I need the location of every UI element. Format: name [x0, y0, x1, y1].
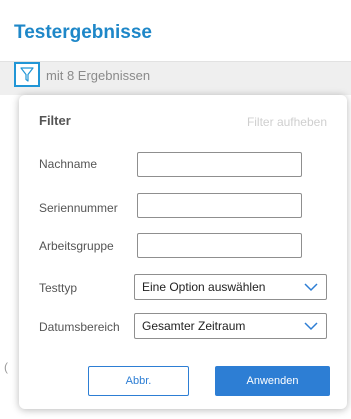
results-count-text: mit 8 Ergebnissen	[46, 68, 151, 83]
filter-panel: Filter Filter aufheben Nachname Seriennu…	[19, 95, 347, 409]
filter-panel-title: Filter	[39, 113, 71, 128]
test-type-selected-value: Eine Option auswählen	[142, 280, 266, 294]
test-type-select[interactable]: Eine Option auswählen	[134, 274, 327, 300]
background-fragment-left: (	[4, 360, 8, 374]
work-group-label: Arbeitsgruppe	[39, 239, 114, 253]
date-range-label: Datumsbereich	[39, 320, 120, 334]
date-range-select[interactable]: Gesamter Zeitraum	[134, 313, 327, 339]
serial-number-label: Seriennummer	[39, 201, 118, 215]
last-name-label: Nachname	[39, 157, 98, 171]
work-group-input[interactable]	[137, 233, 302, 258]
chevron-down-icon	[304, 283, 318, 292]
clear-filters-link[interactable]: Filter aufheben	[247, 115, 327, 129]
last-name-input[interactable]	[137, 152, 302, 177]
serial-number-input[interactable]	[137, 193, 302, 218]
funnel-icon	[20, 66, 34, 82]
apply-button[interactable]: Anwenden	[215, 366, 330, 396]
cancel-button[interactable]: Abbr.	[88, 366, 189, 396]
page-title: Testergebnisse	[14, 22, 152, 43]
date-range-selected-value: Gesamter Zeitraum	[142, 319, 246, 333]
chevron-down-icon	[304, 322, 318, 331]
test-results-page: Testergebnisse mit 8 Ergebnissen t ( Fil…	[0, 0, 351, 419]
filter-toggle-button[interactable]	[14, 62, 40, 87]
test-type-label: Testtyp	[39, 281, 78, 295]
